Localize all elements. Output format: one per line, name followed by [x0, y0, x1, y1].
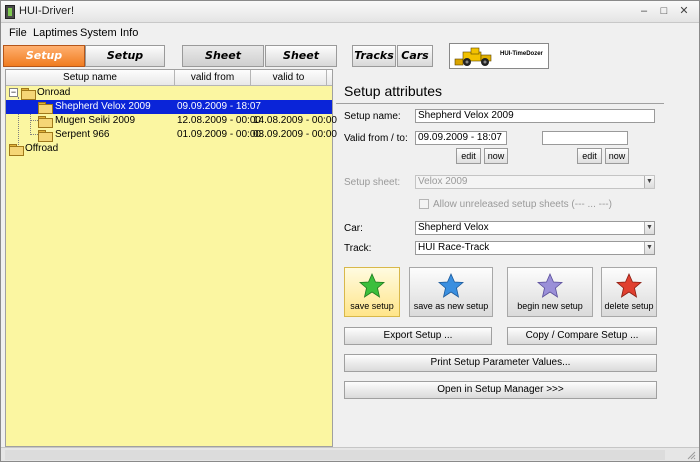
tree-row-valid-from: 12.08.2009 - 00:00 — [177, 115, 261, 126]
save-setup-label: save setup — [350, 301, 394, 311]
section-title: Setup attributes — [344, 83, 443, 99]
window-title: HUI-Driver! — [19, 5, 74, 17]
valid-from-field[interactable]: 09.09.2009 - 18:07 — [415, 131, 507, 145]
divider — [336, 103, 664, 104]
tree-row-shepherd-velox[interactable]: Shepherd Velox 2009 09.09.2009 - 18:07 — [6, 100, 332, 114]
folder-icon — [21, 88, 36, 100]
tree-row-valid-from: 09.09.2009 - 18:07 — [177, 101, 261, 112]
valid-to-field[interactable] — [542, 131, 628, 145]
horizontal-scrollbar[interactable] — [5, 450, 665, 460]
valid-from-to-label: Valid from / to: — [344, 133, 408, 144]
menu-bar: File Laptimes System Info — [1, 24, 699, 42]
open-setup-manager-button[interactable]: Open in Setup Manager >>> — [344, 381, 657, 399]
tree-row-name: Mugen Seiki 2009 — [55, 115, 136, 126]
folder-icon — [38, 102, 53, 114]
tree-row-mugen-seiki[interactable]: Mugen Seiki 2009 12.08.2009 - 00:00 14.0… — [6, 114, 337, 128]
close-icon[interactable]: ✕ — [677, 4, 691, 18]
folder-icon — [38, 130, 53, 142]
tab-tracks[interactable]: Tracks — [352, 45, 396, 67]
tree-row-valid-from: 01.09.2009 - 00:00 — [177, 129, 261, 140]
column-valid-from[interactable]: valid from — [175, 72, 250, 83]
tree-header: Setup name valid from valid to — [6, 70, 332, 86]
allow-unreleased-label: Allow unreleased setup sheets (--- ... -… — [433, 199, 612, 210]
column-valid-to[interactable]: valid to — [251, 72, 326, 83]
save-as-new-setup-button[interactable]: save as new setup — [409, 267, 493, 317]
setup-name-field[interactable]: Shepherd Velox 2009 — [415, 109, 655, 123]
tab-sheet-editor[interactable]: Sheet Editor — [265, 45, 337, 82]
edit-from-button[interactable]: edit — [456, 148, 481, 164]
purple-star-icon — [537, 273, 563, 298]
track-label: Track: — [344, 243, 372, 254]
folder-icon — [9, 144, 24, 156]
tab-setup-overview[interactable]: Setup Overview — [3, 45, 85, 82]
tab-cars[interactable]: Cars — [397, 45, 433, 67]
tree-row-valid-to: 03.09.2009 - 00:00 — [253, 129, 337, 140]
tree-row-serpent[interactable]: Serpent 966 01.09.2009 - 00:00 03.09.200… — [6, 128, 337, 142]
app-window: HUI-Driver! – □ ✕ File Laptimes System I… — [0, 0, 700, 462]
folder-icon — [38, 116, 53, 128]
app-icon — [5, 5, 15, 19]
tab-sheet-overview[interactable]: Sheet Overview — [182, 45, 264, 82]
setup-sheet-select: Velox 2009 ▼ — [415, 175, 655, 189]
allow-unreleased-checkbox — [419, 199, 429, 209]
minimize-icon[interactable]: – — [637, 4, 651, 18]
save-as-new-setup-label: save as new setup — [413, 301, 489, 311]
copy-compare-setup-button[interactable]: Copy / Compare Setup ... — [507, 327, 657, 345]
chevron-down-icon[interactable]: ▼ — [644, 222, 654, 234]
bulldozer-icon — [454, 47, 492, 66]
begin-new-setup-label: begin new setup — [517, 301, 583, 311]
export-setup-button[interactable]: Export Setup ... — [344, 327, 492, 345]
timedozer-logo: HUI-TimeDozer — [449, 43, 549, 69]
tree-row-name: Offroad — [25, 143, 59, 154]
setup-attributes-panel: Setup attributes Setup name: Shepherd Ve… — [336, 69, 664, 447]
chevron-down-icon: ▼ — [644, 176, 654, 188]
tree-row-offroad[interactable]: Offroad — [6, 142, 332, 156]
now-from-button[interactable]: now — [484, 148, 508, 164]
car-select[interactable]: Shepherd Velox ▼ — [415, 221, 655, 235]
track-select[interactable]: HUI Race-Track ▼ — [415, 241, 655, 255]
tree-row-onroad[interactable]: − Onroad — [6, 86, 332, 100]
setup-name-label: Setup name: — [344, 111, 401, 122]
logo-text: HUI-TimeDozer — [500, 51, 543, 57]
collapse-icon[interactable]: − — [9, 88, 18, 97]
title-bar: HUI-Driver! – □ ✕ — [1, 1, 699, 23]
tree-row-name: Shepherd Velox 2009 — [55, 101, 151, 112]
setup-tree[interactable]: Setup name valid from valid to − Onroad … — [5, 69, 337, 447]
car-value: Shepherd Velox — [418, 222, 489, 233]
resize-grip-icon[interactable] — [686, 450, 696, 460]
edit-to-button[interactable]: edit — [577, 148, 602, 164]
delete-setup-button[interactable]: delete setup — [601, 267, 657, 317]
tree-row-valid-to: 14.08.2009 - 00:00 — [253, 115, 337, 126]
menu-laptimes[interactable]: Laptimes — [33, 27, 78, 39]
nav-toolbar: Setup Overview Setup Manager Sheet Overv… — [1, 42, 699, 82]
menu-system[interactable]: System — [80, 27, 117, 39]
tab-setup-manager[interactable]: Setup Manager — [85, 45, 165, 82]
delete-setup-label: delete setup — [604, 301, 654, 311]
begin-new-setup-button[interactable]: begin new setup — [507, 267, 593, 317]
now-to-button[interactable]: now — [605, 148, 629, 164]
maximize-icon[interactable]: □ — [657, 4, 671, 18]
red-star-icon — [616, 273, 642, 298]
tree-row-name: Onroad — [37, 87, 71, 98]
green-star-icon — [359, 273, 385, 298]
column-setup-name[interactable]: Setup name — [6, 72, 174, 83]
blue-star-icon — [438, 273, 464, 298]
car-label: Car: — [344, 223, 363, 234]
menu-file[interactable]: File — [9, 27, 27, 39]
setup-sheet-label: Setup sheet: — [344, 177, 401, 188]
chevron-down-icon[interactable]: ▼ — [644, 242, 654, 254]
menu-info[interactable]: Info — [120, 27, 138, 39]
setup-sheet-value: Velox 2009 — [418, 176, 468, 187]
tree-row-name: Serpent 966 — [55, 129, 110, 140]
track-value: HUI Race-Track — [418, 242, 490, 253]
print-setup-values-button[interactable]: Print Setup Parameter Values... — [344, 354, 657, 372]
status-bar — [1, 447, 699, 461]
save-setup-button[interactable]: save setup — [344, 267, 400, 317]
